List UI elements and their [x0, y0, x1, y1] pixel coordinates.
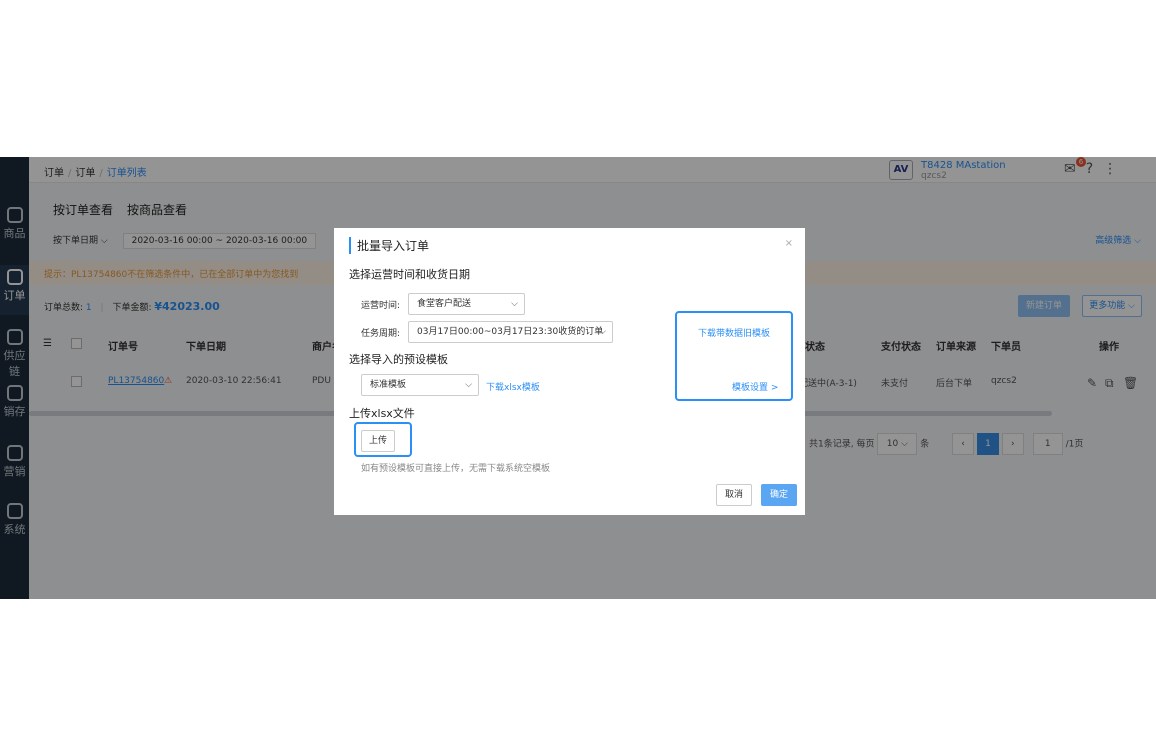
chevron-down-icon: ⌵ — [599, 327, 606, 337]
op-time-select[interactable]: 食堂客户配送 ⌵ — [408, 293, 525, 315]
template-settings-link[interactable]: 模板设置 > — [732, 380, 778, 393]
template-select[interactable]: 标准模板 ⌵ — [361, 374, 479, 396]
download-old-template-link[interactable]: 下载带数据旧模板 — [698, 326, 770, 339]
download-xlsx-template-link[interactable]: 下载xlsx模板 — [486, 380, 540, 393]
batch-import-dialog: 批量导入订单 × 选择运营时间和收货日期 运营时间: 食堂客户配送 ⌵ 任务周期:… — [334, 228, 805, 515]
app-screen: 商品 订单 供应链 销存 营销 系统 订单 / 订单 / 订单列表 AV T8428 M… — [0, 157, 1156, 599]
close-icon[interactable]: × — [785, 238, 793, 249]
template-value: 标准模板 — [370, 380, 407, 390]
period-value: 03月17日00:00~03月17日23:30收货的订单 — [417, 327, 604, 337]
op-time-label: 运营时间: — [361, 301, 401, 311]
chevron-down-icon: ⌵ — [465, 380, 472, 390]
upload-button[interactable]: 上传 — [361, 430, 395, 452]
section-title: 选择导入的预设模板 — [349, 353, 448, 366]
section-title: 选择运营时间和收货日期 — [349, 268, 470, 281]
confirm-button[interactable]: 确定 — [761, 484, 797, 506]
period-label: 任务周期: — [361, 329, 401, 339]
period-select[interactable]: 03月17日00:00~03月17日23:30收货的订单 ⌵ — [408, 321, 613, 343]
cancel-button[interactable]: 取消 — [716, 484, 752, 506]
section-title: 上传xlsx文件 — [349, 407, 415, 420]
upload-hint: 如有预设模板可直接上传，无需下载系统空模板 — [361, 464, 551, 474]
dialog-title: 批量导入订单 — [349, 237, 429, 254]
op-time-value: 食堂客户配送 — [417, 299, 472, 309]
chevron-down-icon: ⌵ — [511, 299, 518, 309]
